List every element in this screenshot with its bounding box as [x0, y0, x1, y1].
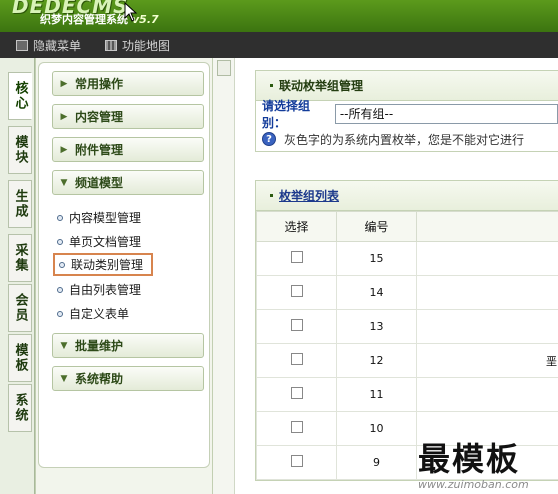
- row-id: 9: [336, 445, 417, 480]
- tab-members[interactable]: 会员: [8, 284, 32, 332]
- header-id: 编号: [336, 211, 417, 242]
- row-checkbox[interactable]: [290, 353, 303, 365]
- menu-item-linkage-category[interactable]: 联动类别管理: [53, 253, 154, 276]
- row-id: 10: [336, 411, 417, 446]
- table-header-row: 选择 编号: [256, 211, 558, 242]
- tab-modules[interactable]: 模块: [8, 126, 32, 174]
- help-icon: ?: [262, 132, 276, 146]
- row-id: 15: [336, 241, 417, 276]
- site-map-label: 功能地图: [122, 39, 171, 53]
- panel-icon: [16, 40, 28, 51]
- list-title-link[interactable]: 枚举组列表: [279, 187, 339, 204]
- collapse-toggle[interactable]: [217, 60, 231, 76]
- chevron-down-icon: ▼: [60, 177, 68, 188]
- row-extra: [416, 275, 558, 310]
- row-extra: [416, 309, 558, 344]
- watermark-title: 最模板: [418, 440, 521, 478]
- bullet-icon: [270, 84, 273, 87]
- menu-header-label: 附件管理: [75, 143, 124, 157]
- menu-header-help[interactable]: ▼ 系统帮助: [52, 366, 204, 391]
- menu-header-attachments[interactable]: ▶ 附件管理: [52, 137, 204, 162]
- table-row: 14: [256, 275, 558, 310]
- menu-header-label: 系统帮助: [75, 372, 124, 386]
- menu-header-label: 频道模型: [75, 176, 124, 190]
- app-header: DEDECMS 织梦内容管理系统 v5.7: [0, 0, 558, 32]
- tab-system[interactable]: 系统: [8, 384, 32, 432]
- menu-header-channel-model[interactable]: ▼ 频道模型: [52, 170, 204, 195]
- hide-menu-button[interactable]: 隐藏菜单: [16, 37, 81, 54]
- menu-container: ▶ 常用操作 ▶ 内容管理 ▶ 附件管理 ▼ 频道模型 内容模型管理 单页文档管…: [38, 62, 210, 468]
- side-menu: ▶ 常用操作 ▶ 内容管理 ▶ 附件管理 ▼ 频道模型 内容模型管理 单页文档管…: [35, 58, 213, 494]
- watermark-url: www.zuimoban.com: [418, 478, 529, 491]
- header-extra: [416, 211, 558, 242]
- menu-header-label: 批量维护: [75, 339, 124, 353]
- group-select-row: 请选择组别： --所有组--: [256, 99, 558, 130]
- row-id: 13: [336, 309, 417, 344]
- menu-header-content[interactable]: ▶ 内容管理: [52, 104, 204, 129]
- grid-icon: [105, 40, 117, 51]
- product-name: 织梦内容管理系统 v5.7: [40, 11, 159, 27]
- bullet-icon: [270, 194, 273, 197]
- menu-item-label: 联动类别管理: [71, 258, 144, 272]
- table-row: 11: [256, 377, 558, 412]
- row-checkbox[interactable]: [290, 319, 303, 331]
- table-row: 13: [256, 309, 558, 344]
- enum-group-panel: 联动枚举组管理 请选择组别： --所有组-- ? 灰色字的为系统内置枚举，您是不…: [255, 70, 558, 152]
- chevron-down-icon: ▼: [60, 340, 68, 351]
- page-title: 联动枚举组管理: [279, 79, 364, 93]
- table-row: 12 垩: [256, 343, 558, 378]
- info-row: ? 灰色字的为系统内置枚举，您是不能对它进行: [256, 127, 558, 151]
- row-id: 14: [336, 275, 417, 310]
- bullet-icon: [57, 238, 63, 245]
- list-header: 枚举组列表: [256, 181, 558, 211]
- row-checkbox[interactable]: [290, 251, 303, 263]
- menu-header-common[interactable]: ▶ 常用操作: [52, 71, 204, 96]
- row-extra: [416, 241, 558, 276]
- menu-item-label: 自定义表单: [69, 307, 130, 321]
- menu-splitter: [213, 58, 235, 494]
- bullet-icon: [59, 261, 65, 268]
- menu-header-batch[interactable]: ▼ 批量维护: [52, 333, 204, 358]
- menu-item-label: 内容模型管理: [69, 211, 142, 225]
- menu-item-label: 自由列表管理: [69, 283, 142, 297]
- header-select: 选择: [256, 211, 337, 242]
- tab-collect[interactable]: 采集: [8, 234, 32, 282]
- row-extra: [416, 377, 558, 412]
- row-checkbox[interactable]: [290, 455, 303, 467]
- table-row: 15: [256, 241, 558, 276]
- tab-templates[interactable]: 模板: [8, 334, 32, 382]
- row-checkbox[interactable]: [290, 421, 303, 433]
- chevron-right-icon: ▶: [60, 144, 68, 155]
- menu-item-single-page[interactable]: 单页文档管理: [57, 233, 141, 250]
- row-extra: 垩: [416, 343, 558, 378]
- group-select-label: 请选择组别：: [262, 99, 311, 130]
- menu-item-content-model[interactable]: 内容模型管理: [57, 209, 141, 226]
- info-text: 灰色字的为系统内置枚举，您是不能对它进行: [284, 132, 525, 147]
- row-checkbox[interactable]: [290, 387, 303, 399]
- row-checkbox[interactable]: [290, 285, 303, 297]
- bullet-icon: [57, 214, 63, 221]
- product-title: 织梦内容管理系统: [40, 13, 128, 26]
- group-select[interactable]: --所有组--: [334, 104, 558, 124]
- row-id: 11: [336, 377, 417, 412]
- hide-menu-label: 隐藏菜单: [33, 39, 82, 53]
- menu-header-label: 常用操作: [75, 77, 124, 91]
- chevron-right-icon: ▶: [60, 78, 68, 89]
- menu-item-label: 单页文档管理: [69, 235, 142, 249]
- menu-item-custom-form[interactable]: 自定义表单: [57, 305, 129, 322]
- chevron-down-icon: ▼: [60, 373, 68, 384]
- bullet-icon: [57, 310, 63, 317]
- tab-core[interactable]: 核心: [8, 72, 32, 120]
- chevron-right-icon: ▶: [60, 111, 68, 122]
- bullet-icon: [57, 286, 63, 293]
- menu-item-free-list[interactable]: 自由列表管理: [57, 281, 141, 298]
- mouse-cursor-icon: [124, 2, 138, 22]
- menu-header-label: 内容管理: [75, 110, 124, 124]
- toolbar: 隐藏菜单 功能地图: [0, 32, 558, 58]
- tab-generate[interactable]: 生成: [8, 180, 32, 228]
- site-map-button[interactable]: 功能地图: [105, 37, 170, 54]
- row-id: 12: [336, 343, 417, 378]
- module-tab-strip: 核心 模块 生成 采集 会员 模板 系统: [0, 58, 35, 494]
- main-content: 联动枚举组管理 请选择组别： --所有组-- ? 灰色字的为系统内置枚举，您是不…: [235, 58, 558, 494]
